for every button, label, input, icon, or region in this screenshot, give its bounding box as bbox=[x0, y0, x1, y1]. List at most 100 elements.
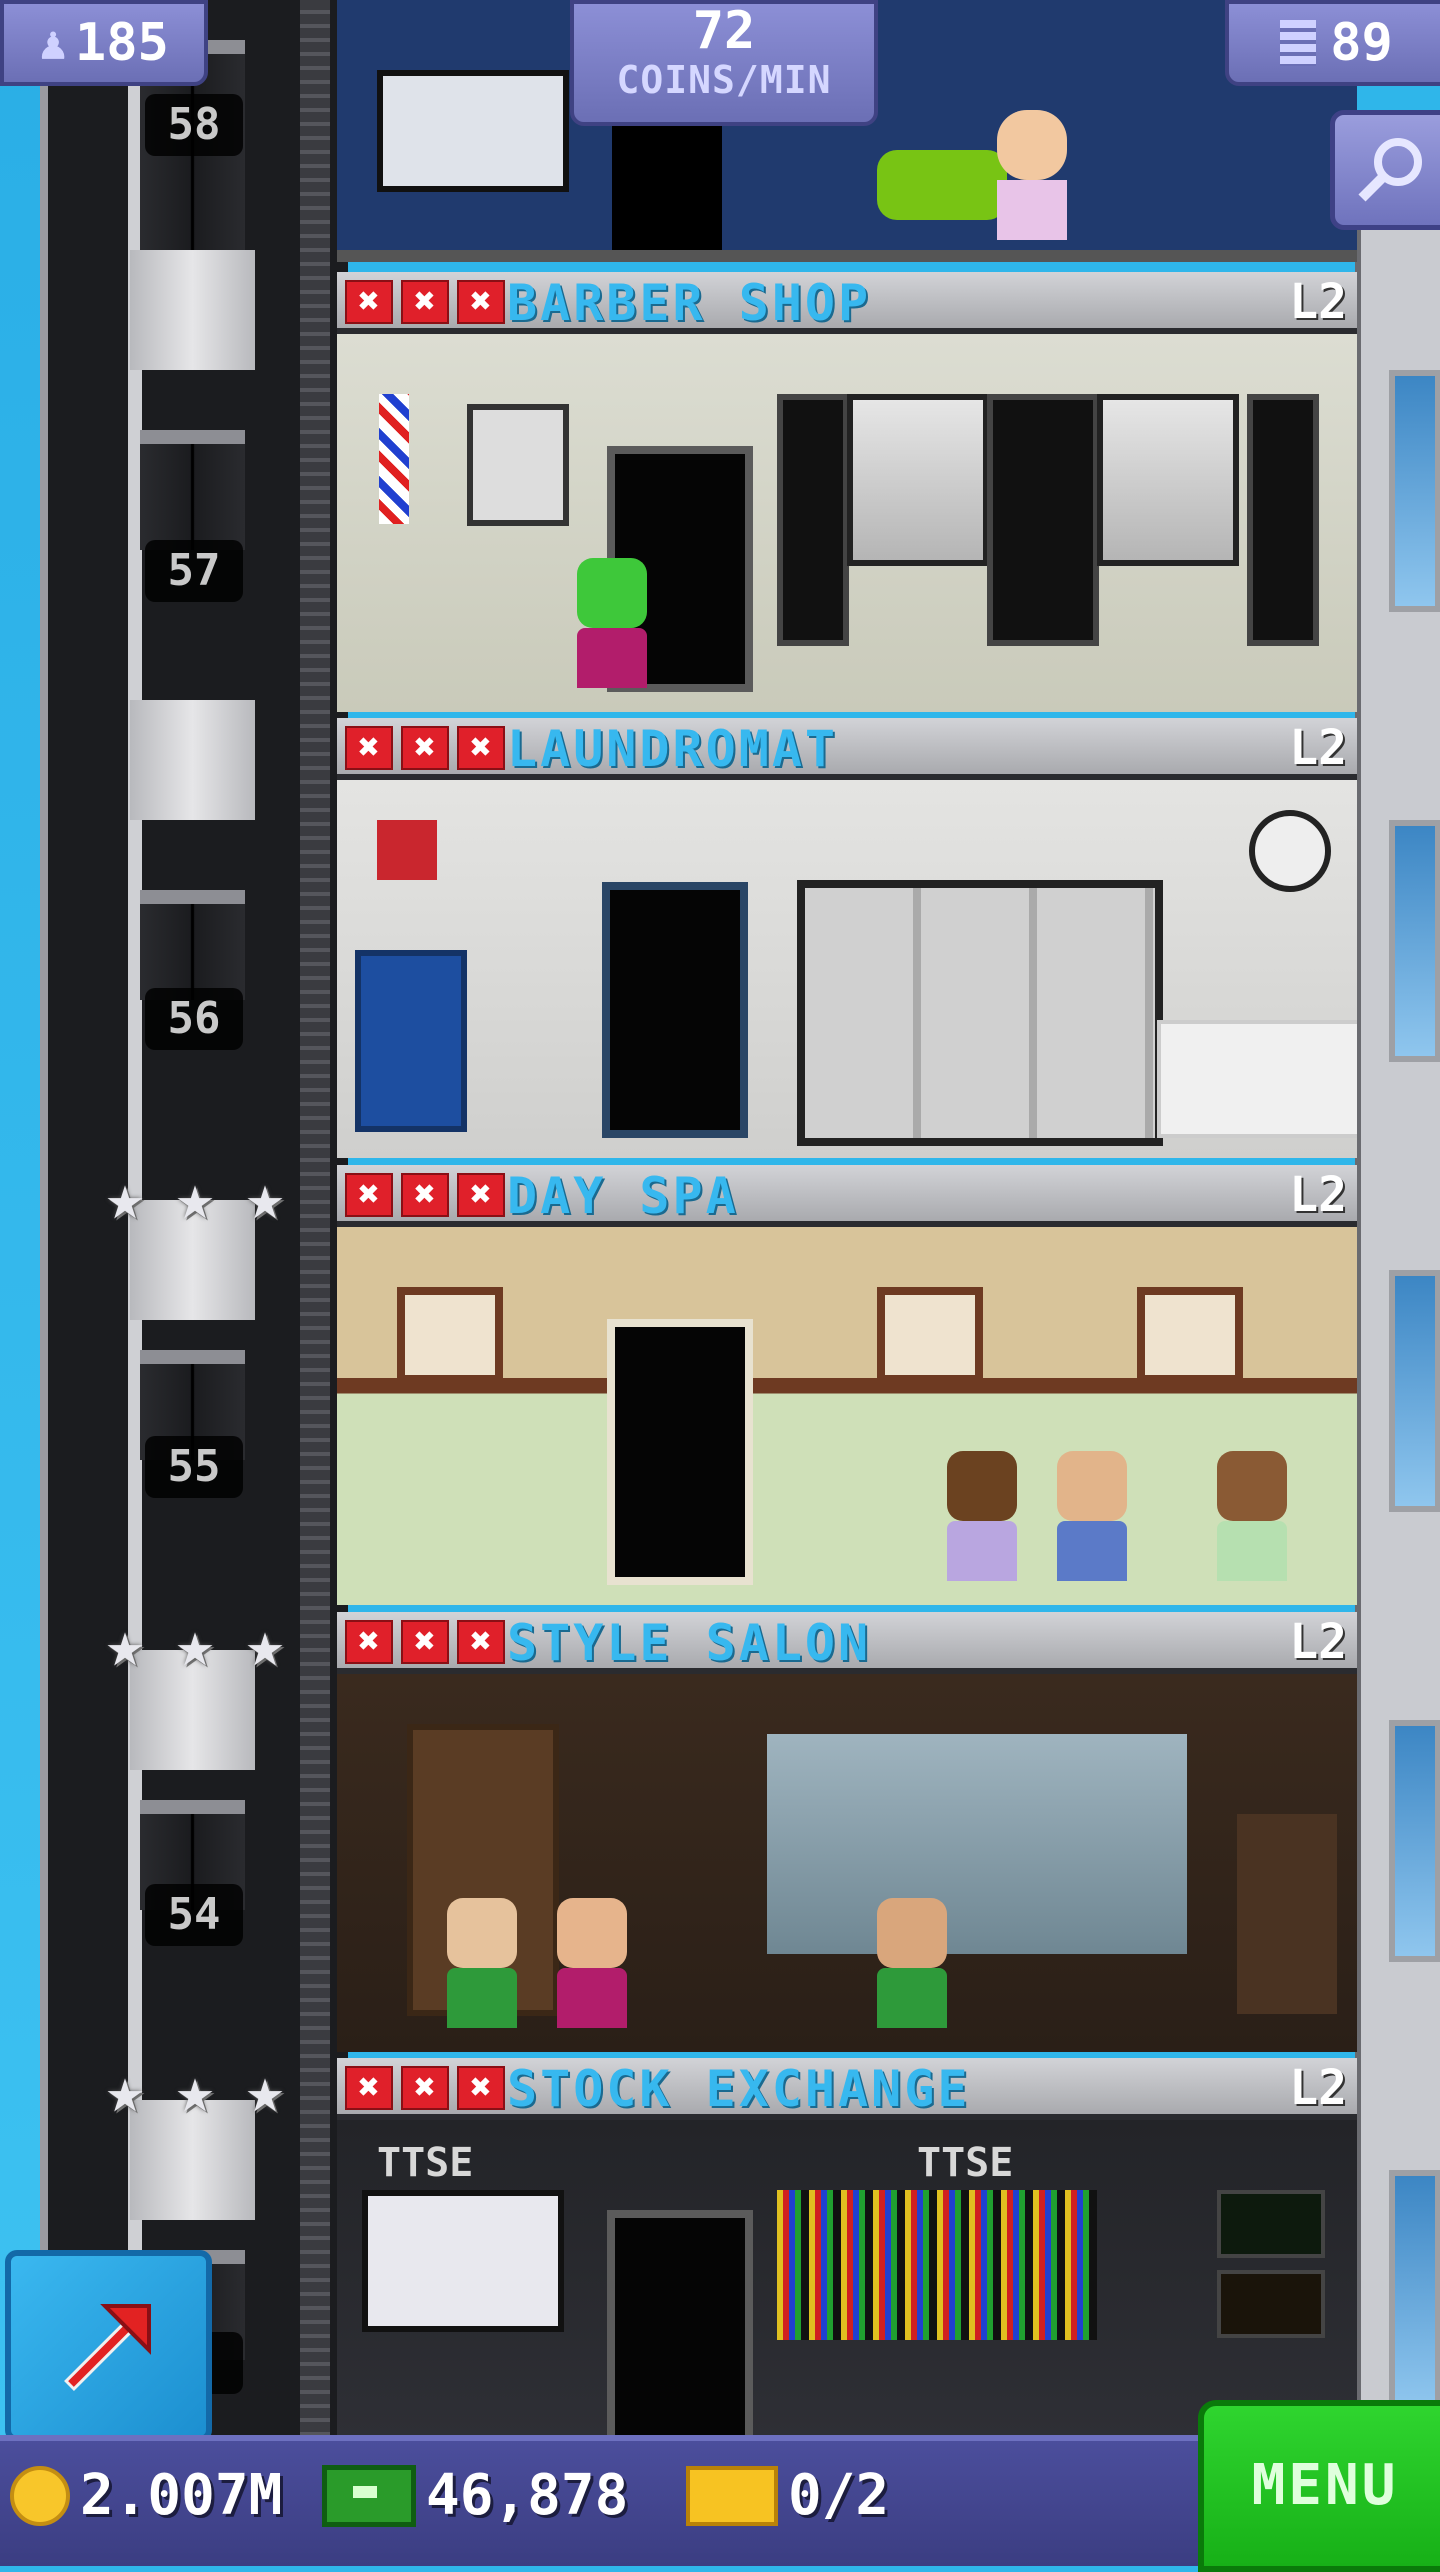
room-interior bbox=[337, 1227, 1357, 1605]
room-level: L2 bbox=[1289, 1167, 1347, 1223]
star-rating-day-spa: ★ ★ ★ bbox=[92, 1165, 298, 1235]
edge-window bbox=[1389, 1270, 1440, 1512]
tickets-counter[interactable]: 0/2 bbox=[686, 2463, 889, 2528]
star-icon: ★ bbox=[105, 1161, 145, 1235]
restock-x-icon[interactable]: ✖ bbox=[345, 1620, 393, 1664]
restock-x-icon[interactable]: ✖ bbox=[457, 726, 505, 770]
restock-marks[interactable]: ✖ ✖ ✖ bbox=[345, 280, 505, 324]
floor-number-56: 56 bbox=[145, 988, 243, 1050]
elevator-door bbox=[140, 430, 245, 550]
restock-x-icon[interactable]: ✖ bbox=[345, 2066, 393, 2110]
floor-number-54: 54 bbox=[145, 1884, 243, 1946]
restock-x-icon[interactable]: ✖ bbox=[457, 1173, 505, 1217]
person-icon: ♟ bbox=[39, 16, 67, 70]
coin-icon bbox=[10, 2465, 70, 2526]
room-header: ✖ ✖ ✖ STYLE SALON L2 bbox=[337, 1612, 1357, 1674]
room-interior bbox=[337, 334, 1357, 712]
stock-chart-screen bbox=[362, 2190, 564, 2332]
room-header: ✖ ✖ ✖ STOCK EXCHANGE L2 bbox=[337, 2058, 1357, 2120]
restock-x-icon[interactable]: ✖ bbox=[401, 726, 449, 770]
person-torso bbox=[557, 1968, 627, 2028]
restock-x-icon[interactable]: ✖ bbox=[345, 280, 393, 324]
restock-x-icon[interactable]: ✖ bbox=[457, 2066, 505, 2110]
stock-ticker-board bbox=[777, 2190, 1097, 2340]
person[interactable] bbox=[1057, 1451, 1127, 1581]
star-icon: ★ bbox=[245, 1608, 285, 1682]
person-head bbox=[1057, 1451, 1127, 1521]
restock-x-icon[interactable]: ✖ bbox=[401, 1620, 449, 1664]
search-button[interactable] bbox=[1330, 110, 1440, 230]
elevator-arrow-icon bbox=[63, 2304, 151, 2391]
coins-per-minute[interactable]: 72 COINS/MIN bbox=[570, 0, 878, 126]
barber-pole bbox=[379, 394, 409, 524]
restock-marks[interactable]: ✖ ✖ ✖ bbox=[345, 2066, 505, 2110]
coins-rate-unit: COINS/MIN bbox=[616, 58, 832, 102]
person[interactable] bbox=[947, 1451, 1017, 1581]
orange-monitor bbox=[1217, 2270, 1325, 2338]
restock-marks[interactable]: ✖ ✖ ✖ bbox=[345, 1620, 505, 1664]
bux-counter[interactable]: 46,878 bbox=[322, 2463, 628, 2528]
person[interactable] bbox=[877, 1898, 947, 2028]
restock-x-icon[interactable]: ✖ bbox=[457, 280, 505, 324]
person-head bbox=[557, 1898, 627, 1968]
person-torso bbox=[577, 628, 647, 688]
search-icon bbox=[1358, 138, 1422, 202]
star-rating-stock-exchange: ★ ★ ★ bbox=[92, 2058, 298, 2128]
population-value: 185 bbox=[74, 13, 169, 73]
menu-button[interactable]: MENU bbox=[1198, 2400, 1440, 2572]
no-sign bbox=[377, 820, 437, 880]
population-counter[interactable]: ♟ 185 bbox=[0, 0, 208, 86]
room-header: ✖ ✖ ✖ DAY SPA L2 bbox=[337, 1165, 1357, 1227]
cabinet bbox=[1237, 1814, 1337, 2014]
restock-x-icon[interactable]: ✖ bbox=[401, 2066, 449, 2110]
star-icon: ★ bbox=[245, 1161, 285, 1235]
person[interactable] bbox=[577, 558, 647, 688]
room-name: STOCK EXCHANGE bbox=[507, 2060, 971, 2118]
coins-counter[interactable]: 2.007M bbox=[10, 2463, 282, 2528]
floors-value: 89 bbox=[1330, 13, 1393, 73]
edge-window bbox=[1389, 370, 1440, 612]
person[interactable] bbox=[557, 1898, 627, 2028]
wall-poster bbox=[467, 404, 569, 526]
person-torso bbox=[947, 1521, 1017, 1581]
room-level: L2 bbox=[1289, 1614, 1347, 1670]
elevator-floor-56[interactable] bbox=[130, 700, 255, 1000]
edge-window bbox=[1389, 2170, 1440, 2412]
person[interactable] bbox=[997, 110, 1067, 240]
person[interactable] bbox=[447, 1898, 517, 2028]
star-icon: ★ bbox=[245, 2054, 285, 2128]
restock-x-icon[interactable]: ✖ bbox=[457, 1620, 505, 1664]
elevator-button[interactable] bbox=[5, 2250, 212, 2442]
restock-x-icon[interactable]: ✖ bbox=[401, 280, 449, 324]
room-interior bbox=[337, 780, 1357, 1158]
vending-machine bbox=[355, 950, 467, 1132]
room-level: L2 bbox=[1289, 2060, 1347, 2116]
room-header: ✖ ✖ ✖ BARBER SHOP L2 bbox=[337, 272, 1357, 334]
restock-x-icon[interactable]: ✖ bbox=[345, 1173, 393, 1217]
building-icon bbox=[1280, 20, 1317, 66]
wall-painting bbox=[397, 1287, 503, 1383]
coins-value: 2.007M bbox=[80, 2463, 283, 2528]
room-interior: TTSE TTSE bbox=[337, 2120, 1357, 2436]
elevator-track bbox=[300, 0, 330, 2435]
wall-chart bbox=[377, 70, 569, 192]
ticket-icon bbox=[686, 2465, 778, 2526]
star-icon: ★ bbox=[175, 1161, 215, 1235]
mirror bbox=[1097, 394, 1239, 566]
clock-icon bbox=[1249, 810, 1331, 892]
floors-counter[interactable]: 89 bbox=[1225, 0, 1440, 86]
room-door bbox=[607, 1319, 753, 1585]
building-edge bbox=[1355, 230, 1440, 2435]
edge-window bbox=[1389, 820, 1440, 1062]
restock-x-icon[interactable]: ✖ bbox=[345, 726, 393, 770]
elevator-panel bbox=[130, 700, 255, 820]
restock-x-icon[interactable]: ✖ bbox=[401, 1173, 449, 1217]
person[interactable] bbox=[1217, 1451, 1287, 1581]
elevator-panel bbox=[130, 250, 255, 370]
room-level: L2 bbox=[1289, 274, 1347, 330]
star-icon: ★ bbox=[105, 2054, 145, 2128]
room-door bbox=[612, 120, 722, 250]
restock-marks[interactable]: ✖ ✖ ✖ bbox=[345, 726, 505, 770]
elevator-floor-57[interactable] bbox=[130, 250, 255, 550]
restock-marks[interactable]: ✖ ✖ ✖ bbox=[345, 1173, 505, 1217]
